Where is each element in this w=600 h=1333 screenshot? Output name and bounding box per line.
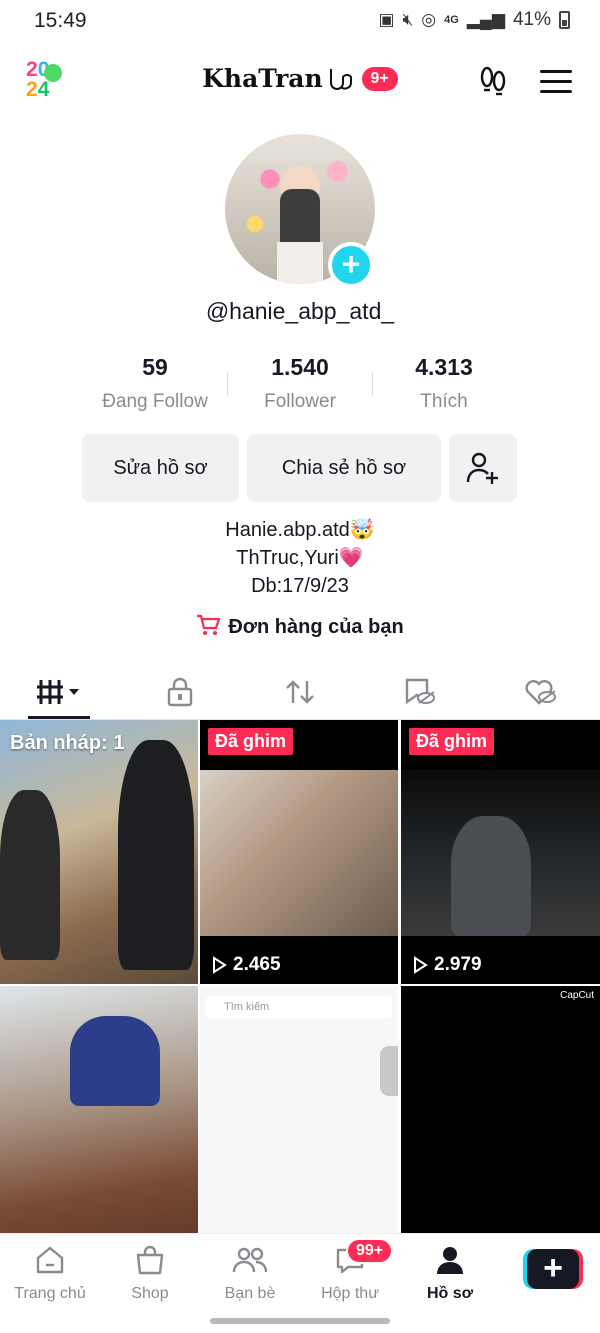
create-video-button[interactable]: + — [527, 1249, 579, 1289]
play-icon — [213, 956, 227, 974]
likes-label: Thích — [420, 391, 468, 412]
bio-line: ThTruc,Yuri💗 — [236, 547, 364, 569]
notification-icon: ▣ — [378, 10, 395, 29]
home-icon — [36, 1246, 64, 1274]
nav-home[interactable]: Trang chủ — [0, 1244, 100, 1303]
add-user-icon — [466, 452, 498, 484]
tab-videos[interactable] — [0, 664, 120, 720]
bookmark-hidden-icon — [405, 678, 435, 705]
inbox-badge: 99+ — [346, 1238, 394, 1264]
followers-count: 1.540 — [271, 354, 329, 380]
repost-icon — [286, 680, 314, 704]
bio-line: Hanie.abp.atd🤯 — [225, 519, 375, 541]
bottom-nav: Trang chủ Shop Bạn bè 99+ Hộp thư Hồ sơ … — [0, 1233, 600, 1303]
add-story-plus-icon[interactable]: + — [328, 242, 374, 288]
status-icons: ▣ 🔇︎ ◎ 4G ▂▄▆ 41% — [378, 9, 570, 31]
top-bar: 2024 KhaTran 9+ — [0, 50, 600, 114]
lock-icon — [167, 677, 193, 707]
cart-icon — [197, 614, 221, 635]
nav-friends-label: Bạn bè — [224, 1285, 276, 1302]
profile-bio: Hanie.abp.atd🤯 ThTruc,Yuri💗 Db:17/9/23 — [0, 516, 600, 600]
heart-hidden-icon — [525, 680, 556, 705]
orders-link[interactable]: Đơn hàng của bạn — [0, 614, 600, 639]
nav-profile[interactable]: Hồ sơ — [400, 1244, 500, 1303]
hotspot-icon: ◎ — [421, 10, 437, 29]
video-thumbnail-draft[interactable]: Bản nháp: 1 — [0, 720, 198, 984]
capcut-watermark: CapCut — [560, 990, 594, 1001]
signal-icon: ▂▄▆ — [466, 10, 505, 29]
add-friend-button[interactable] — [449, 434, 517, 502]
following-count: 59 — [142, 354, 168, 380]
profile-stats: 59 Đang Follow 1.540 Follower 4.313 Thíc… — [0, 354, 600, 414]
nav-home-label: Trang chủ — [14, 1285, 86, 1302]
menu-icon[interactable] — [540, 70, 572, 94]
nav-shop[interactable]: Shop — [100, 1244, 200, 1303]
friends-icon — [232, 1247, 268, 1273]
video-thumbnail[interactable]: Tìm kiếm 115 — [200, 986, 398, 1233]
nav-profile-label: Hồ sơ — [426, 1285, 474, 1302]
orders-label: Đơn hàng của bạn — [228, 616, 404, 638]
play-icon — [414, 956, 428, 974]
view-count: 2.979 — [411, 954, 482, 976]
video-thumbnail[interactable]: 101 — [0, 986, 198, 1233]
battery-icon — [559, 11, 570, 29]
status-time: 15:49 — [34, 9, 87, 32]
video-thumbnail[interactable]: Đã ghim 2.465 — [200, 720, 398, 984]
pinned-badge: Đã ghim — [208, 728, 294, 755]
followers-label: Follower — [264, 391, 336, 412]
nav-inbox[interactable]: 99+ Hộp thư — [300, 1238, 400, 1303]
mute-icon: 🔇︎ — [402, 10, 414, 29]
status-bar: 15:49 ▣ 🔇︎ ◎ 4G ▂▄▆ 41% — [0, 0, 600, 44]
stat-followers[interactable]: 1.540 Follower — [225, 354, 375, 413]
notification-badge: 9+ — [361, 67, 398, 91]
thumbnail-search-bar: Tìm kiếm — [206, 996, 392, 1018]
battery-level: 41% — [512, 9, 551, 30]
tab-private[interactable] — [120, 664, 240, 720]
video-thumbnail[interactable]: CapCut 128 — [401, 986, 600, 1233]
profile-handle: @hanie_abp_atd_ — [205, 298, 395, 324]
network-type: 4G — [444, 14, 459, 26]
content-tabs — [0, 664, 600, 720]
active-tab-indicator — [28, 716, 90, 719]
nav-inbox-label: Hộp thư — [321, 1285, 379, 1302]
nav-shop-label: Shop — [131, 1285, 169, 1302]
videos-grid-icon — [37, 680, 79, 704]
tab-liked[interactable] — [480, 664, 600, 720]
account-switcher[interactable]: KhaTran 9+ — [0, 64, 600, 93]
stat-following[interactable]: 59 Đang Follow — [80, 354, 230, 413]
share-profile-button[interactable]: Chia sẻ hồ sơ — [247, 434, 441, 502]
tab-reposts[interactable] — [240, 664, 360, 720]
bio-line: Db:17/9/23 — [251, 575, 349, 597]
view-count-text: 2.979 — [434, 954, 482, 975]
stat-likes[interactable]: 4.313 Thích — [369, 354, 519, 413]
likes-count: 4.313 — [415, 354, 473, 380]
video-thumbnail[interactable]: Đã ghim 2.979 — [401, 720, 600, 984]
footsteps-icon[interactable] — [476, 64, 510, 98]
pinned-badge: Đã ghim — [409, 728, 495, 755]
home-indicator[interactable] — [210, 1318, 390, 1324]
shopping-bag-icon — [136, 1245, 164, 1275]
draft-label: Bản nháp: 1 — [10, 732, 125, 754]
nav-friends[interactable]: Bạn bè — [200, 1244, 300, 1303]
account-switch-icon — [330, 69, 353, 90]
view-count: 2.465 — [210, 954, 281, 976]
video-grid: Bản nháp: 1 Đã ghim 2.465 Đã ghim 2.979 … — [0, 720, 600, 1233]
view-count-text: 2.465 — [233, 954, 281, 975]
profile-icon — [437, 1247, 463, 1274]
account-username: KhaTran — [202, 64, 323, 93]
edit-profile-button[interactable]: Sửa hồ sơ — [82, 434, 239, 502]
following-label: Đang Follow — [102, 391, 208, 412]
tab-saved[interactable] — [360, 664, 480, 720]
